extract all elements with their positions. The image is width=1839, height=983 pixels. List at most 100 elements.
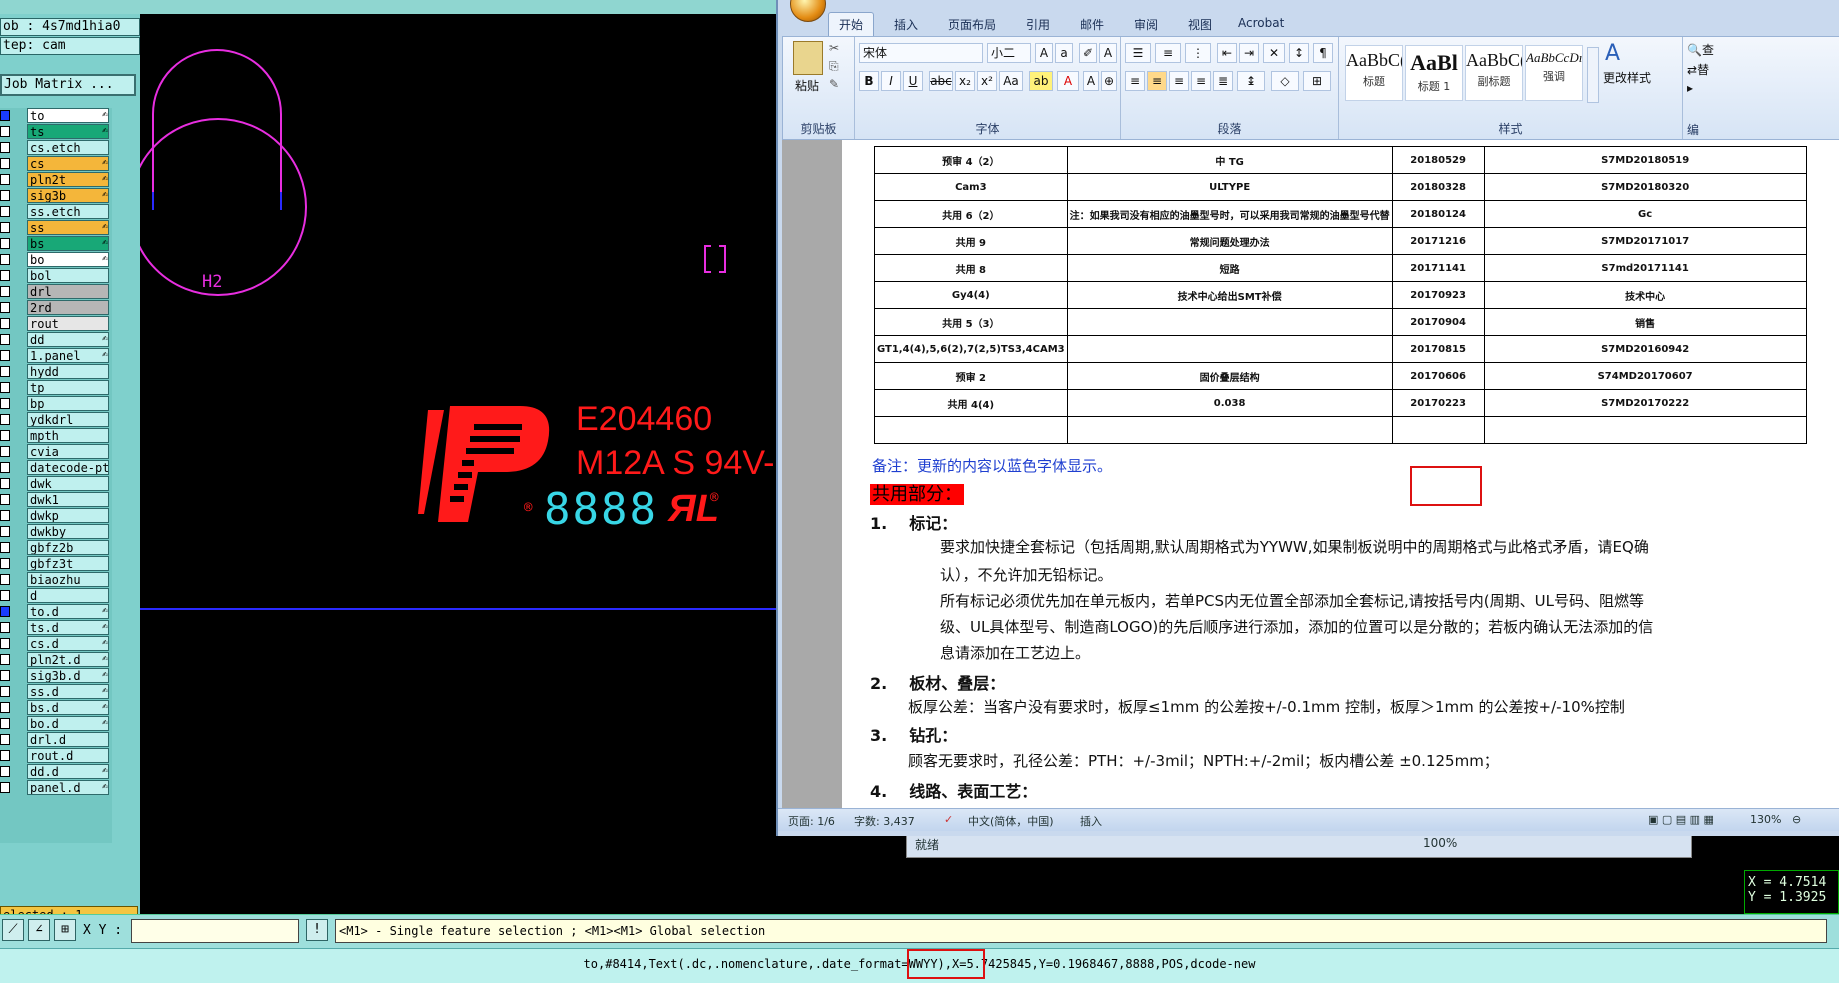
increase-indent-icon[interactable]: ⇥: [1239, 43, 1259, 63]
layer-name[interactable]: ydkdrl: [27, 412, 109, 427]
shrink-font-icon[interactable]: a: [1055, 43, 1073, 63]
layer-checkbox[interactable]: [0, 430, 10, 441]
layer-row[interactable]: ss.d ✍: [0, 684, 112, 699]
layer-row[interactable]: bs.d ✍: [0, 700, 112, 715]
layer-row[interactable]: dd ✍: [0, 332, 112, 347]
font-name-select[interactable]: 宋体: [859, 43, 983, 63]
table-cell[interactable]: [1066, 335, 1393, 363]
layer-row[interactable]: drl.d: [0, 732, 112, 747]
layer-checkbox[interactable]: [0, 222, 10, 233]
layer-name[interactable]: to.d: [27, 604, 109, 619]
tab-mailings[interactable]: 邮件: [1080, 16, 1104, 33]
table-cell[interactable]: 销售: [1483, 308, 1807, 336]
layer-checkbox[interactable]: [0, 510, 10, 521]
layer-row[interactable]: bo.d ✍: [0, 716, 112, 731]
layer-checkbox[interactable]: [0, 654, 10, 665]
layer-row[interactable]: pln2t ✍: [0, 172, 112, 187]
layer-row[interactable]: dd.d ✍: [0, 764, 112, 779]
layer-name[interactable]: mpth: [27, 428, 109, 443]
xy-input[interactable]: [131, 919, 299, 943]
layer-name[interactable]: ts.d: [27, 620, 109, 635]
layer-row[interactable]: to ✍: [0, 108, 112, 123]
tab-insert[interactable]: 插入: [894, 16, 918, 33]
layer-name[interactable]: bs: [27, 236, 109, 251]
document-area[interactable]: 预审 4（2）中 TG 20180529 S7MD20180519 Cam3 ULTYP…: [782, 140, 1839, 808]
change-case-icon[interactable]: Aa: [999, 71, 1023, 91]
layer-row[interactable]: ts.d ✍: [0, 620, 112, 635]
table-cell[interactable]: GT1,4(4),5,6(2),7(2,5)TS3,4CAM3: [874, 335, 1068, 363]
layer-checkbox[interactable]: [0, 254, 10, 265]
page-count[interactable]: 页面: 1/6: [788, 813, 835, 829]
table-cell[interactable]: S7MD20160942: [1483, 335, 1807, 363]
layer-name[interactable]: ss.etch: [27, 204, 109, 219]
table-cell[interactable]: [1066, 416, 1393, 444]
table-cell[interactable]: [1483, 416, 1807, 444]
table-cell[interactable]: 0.038: [1066, 389, 1393, 417]
tab-page-layout[interactable]: 页面布局: [948, 16, 996, 33]
layer-name[interactable]: 2rd: [27, 300, 109, 315]
layer-checkbox[interactable]: [0, 750, 10, 761]
measure-tool-icon[interactable]: ∠: [28, 919, 50, 941]
table-cell[interactable]: 常规问题处理办法: [1066, 227, 1393, 255]
layer-checkbox[interactable]: [0, 414, 10, 425]
table-cell[interactable]: 共用 8: [874, 254, 1068, 282]
layer-row[interactable]: mpth: [0, 428, 112, 443]
layer-row[interactable]: ydkdrl: [0, 412, 112, 427]
zoom-tool-icon[interactable]: ⟋: [2, 919, 24, 941]
layer-checkbox[interactable]: [0, 334, 10, 345]
layer-checkbox[interactable]: [0, 670, 10, 681]
layer-checkbox[interactable]: [0, 622, 10, 633]
layer-name[interactable]: cs.d: [27, 636, 109, 651]
underline-icon[interactable]: U: [903, 71, 923, 91]
table-cell[interactable]: 20170923: [1391, 281, 1485, 309]
table-cell[interactable]: 预审 2: [874, 362, 1068, 390]
layer-name[interactable]: rout.d: [27, 748, 109, 763]
graphics-canvas[interactable]: H2 E204460 M12A S 94V- ® 8888 ЯL ®: [140, 14, 780, 914]
table-cell[interactable]: [1391, 416, 1485, 444]
layer-checkbox[interactable]: [0, 734, 10, 745]
layer-checkbox[interactable]: [0, 638, 10, 649]
layer-name[interactable]: panel.d: [27, 780, 109, 795]
paste-icon[interactable]: [793, 41, 823, 75]
align-left-icon[interactable]: ≡: [1125, 71, 1145, 91]
layer-name[interactable]: ss: [27, 220, 109, 235]
char-shading-icon[interactable]: A: [1083, 71, 1099, 91]
table-cell[interactable]: 技术中心给出SMT补偿: [1066, 281, 1393, 309]
table-cell[interactable]: 20170904: [1391, 308, 1485, 336]
layer-checkbox[interactable]: [0, 270, 10, 281]
layer-name[interactable]: d: [27, 588, 109, 603]
style-subtitle[interactable]: AaBbC( 副标题: [1465, 45, 1523, 101]
tab-review[interactable]: 审阅: [1134, 16, 1158, 33]
layer-name[interactable]: cvia: [27, 444, 109, 459]
word-count[interactable]: 字数: 3,437: [854, 813, 915, 829]
layer-checkbox[interactable]: [0, 702, 10, 713]
layer-row[interactable]: sig3b ✍: [0, 188, 112, 203]
layer-row[interactable]: bs ✍: [0, 236, 112, 251]
style-emphasis[interactable]: AaBbCcDı 强调: [1525, 45, 1583, 101]
grid-tool-icon[interactable]: ⊞: [54, 919, 76, 941]
layer-name[interactable]: ss.d: [27, 684, 109, 699]
layer-name[interactable]: biaozhu: [27, 572, 109, 587]
layer-name[interactable]: dwk: [27, 476, 109, 491]
layer-name[interactable]: cs.etch: [27, 140, 109, 155]
layer-name[interactable]: bol: [27, 268, 109, 283]
align-right-icon[interactable]: ≡: [1169, 71, 1189, 91]
table-cell[interactable]: [874, 416, 1068, 444]
paste-label[interactable]: 粘贴: [795, 77, 819, 94]
layer-name[interactable]: bo.d: [27, 716, 109, 731]
layer-row[interactable]: bol: [0, 268, 112, 283]
multilevel-list-icon[interactable]: ⋮: [1185, 43, 1211, 63]
table-cell[interactable]: 20171216: [1391, 227, 1485, 255]
layer-row[interactable]: dwkby: [0, 524, 112, 539]
table-cell[interactable]: [1066, 308, 1393, 336]
table-cell[interactable]: 20170223: [1391, 389, 1485, 417]
info-icon[interactable]: !: [306, 919, 328, 941]
layer-row[interactable]: hydd: [0, 364, 112, 379]
proofing-icon[interactable]: ✓: [944, 813, 953, 826]
cut-icon[interactable]: ✂: [829, 41, 839, 55]
layer-name[interactable]: datecode-pte: [27, 460, 109, 475]
layer-row[interactable]: biaozhu: [0, 572, 112, 587]
layer-checkbox[interactable]: [0, 686, 10, 697]
select-button[interactable]: ▸: [1687, 81, 1693, 95]
table-cell[interactable]: S7md20171141: [1483, 254, 1807, 282]
